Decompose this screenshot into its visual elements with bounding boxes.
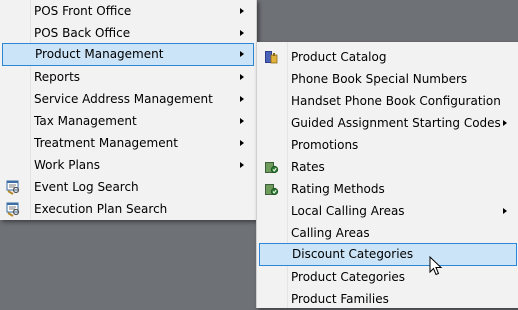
submenu-arrow-icon (240, 118, 244, 124)
menu-item-label: Phone Book Special Numbers (291, 72, 468, 86)
submenu-item-rates[interactable]: Rates (259, 156, 517, 178)
submenu-arrow-icon (240, 140, 244, 146)
submenu-arrow-icon (503, 120, 507, 126)
menu-item-label: Rating Methods (291, 182, 385, 196)
menu-item-label: Work Plans (34, 158, 100, 172)
menu-item-label: Product Families (291, 292, 389, 306)
menu-item-label: Tax Management (34, 114, 137, 128)
menu-item-label: Product Management (35, 47, 164, 61)
submenu-arrow-icon (240, 30, 244, 36)
menu-item-label: Promotions (291, 138, 359, 152)
submenu-arrow-icon (240, 162, 244, 168)
menu-item-label: Calling Areas (291, 226, 370, 240)
menu-item-tax-management[interactable]: Tax Management (2, 110, 254, 132)
menu-item-pos-back-office[interactable]: POS Back Office (2, 22, 254, 44)
menu-item-pos-front-office[interactable]: POS Front Office (2, 0, 254, 22)
log-search-icon (6, 179, 22, 195)
menu-item-label: Event Log Search (34, 180, 139, 194)
menu-item-execution-plan-search[interactable]: Execution Plan Search (2, 198, 254, 220)
submenu-item-handset-phone-book-configuration[interactable]: Handset Phone Book Configuration (259, 90, 517, 112)
menu-item-product-management[interactable]: Product Management (2, 43, 254, 66)
submenu-item-local-calling-areas[interactable]: Local Calling Areas (259, 200, 517, 222)
submenu-item-discount-categories[interactable]: Discount Categories (259, 243, 517, 266)
menu-item-label: Execution Plan Search (34, 202, 168, 216)
submenu-item-phone-book-special-numbers[interactable]: Phone Book Special Numbers (259, 68, 517, 90)
rates-icon (263, 159, 279, 175)
rating-methods-icon (263, 181, 279, 197)
submenu-item-calling-areas[interactable]: Calling Areas (259, 222, 517, 244)
menu-item-reports[interactable]: Reports (2, 66, 254, 88)
menu-item-label: Guided Assignment Starting Codes (291, 116, 501, 130)
mouse-pointer-icon (429, 255, 443, 276)
submenu-item-promotions[interactable]: Promotions (259, 134, 517, 156)
submenu-arrow-icon (240, 51, 244, 57)
catalog-icon (263, 49, 279, 65)
submenu-item-product-catalog[interactable]: Product Catalog (259, 46, 517, 68)
menu-item-label: Rates (291, 160, 325, 174)
menu-item-service-address-management[interactable]: Service Address Management (2, 88, 254, 110)
submenu-arrow-icon (240, 96, 244, 102)
submenu-item-product-categories[interactable]: Product Categories (259, 266, 517, 288)
menu-item-label: Product Categories (291, 270, 406, 284)
submenu-arrow-icon (240, 74, 244, 80)
plan-search-icon (6, 201, 22, 217)
submenu-item-rating-methods[interactable]: Rating Methods (259, 178, 517, 200)
menu-item-label: Discount Categories (292, 247, 414, 261)
menu-item-work-plans[interactable]: Work Plans (2, 154, 254, 176)
menu-item-label: Treatment Management (34, 136, 178, 150)
menu-item-label: Service Address Management (34, 92, 213, 106)
submenu-arrow-icon (240, 8, 244, 14)
menu-item-label: Reports (34, 70, 81, 84)
menu-item-treatment-management[interactable]: Treatment Management (2, 132, 254, 154)
main-context-menu: POS Front Office POS Back Office Product… (0, 0, 257, 220)
menu-item-label: Local Calling Areas (291, 204, 405, 218)
menu-item-label: POS Front Office (34, 4, 132, 18)
menu-item-label: POS Back Office (34, 26, 131, 40)
product-management-submenu: Product Catalog Phone Book Special Numbe… (256, 42, 518, 308)
submenu-item-guided-assignment-starting-codes[interactable]: Guided Assignment Starting Codes (259, 112, 517, 134)
menu-item-label: Handset Phone Book Configuration (291, 94, 501, 108)
menu-item-label: Product Catalog (291, 50, 387, 64)
submenu-item-product-families[interactable]: Product Families (259, 288, 517, 310)
menu-item-event-log-search[interactable]: Event Log Search (2, 176, 254, 198)
submenu-arrow-icon (503, 208, 507, 214)
